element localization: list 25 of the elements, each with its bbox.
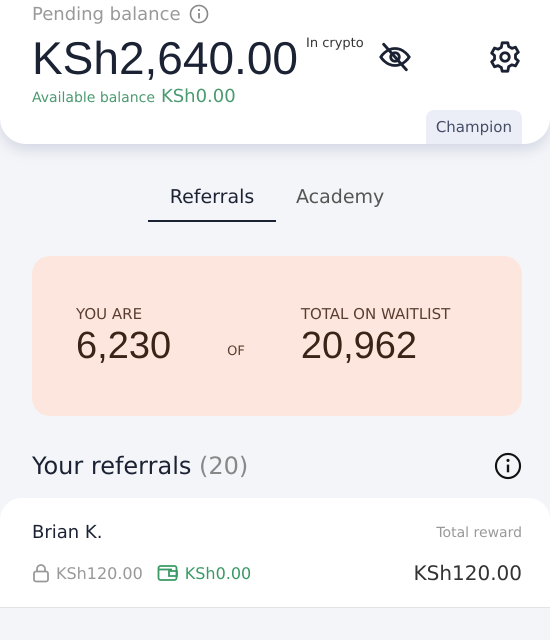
tab[interactable]: Referrals [148, 182, 276, 222]
total-label: TOTAL ON WAITLIST [300, 304, 450, 322]
referral-name: Brian K. [32, 522, 102, 543]
total-reward-label: Total reward [436, 524, 522, 540]
referral-card[interactable]: Brian K. Total reward KSh120.00 KSh0.00 KSh120.00 [0, 498, 550, 608]
total-number: 20,962 [300, 324, 418, 368]
balance-amount: KSh2,640.00 [32, 32, 298, 84]
hide-balance-icon[interactable] [378, 40, 412, 74]
lock-icon [32, 563, 50, 583]
of-label: OF [227, 344, 245, 358]
balance-note: In crypto [306, 36, 364, 51]
available-balance-amount: KSh0.00 [160, 86, 236, 107]
position-label: YOU ARE [76, 304, 144, 322]
locked-amount: KSh120.00 [56, 564, 143, 582]
available-balance-label: Available balance [32, 90, 155, 106]
tier-badge: Champion [426, 110, 522, 144]
settings-icon[interactable] [488, 40, 522, 74]
referrals-heading: Your referrals (20) [32, 452, 248, 480]
info-icon[interactable] [494, 452, 522, 480]
total-reward-amount: KSh120.00 [414, 561, 522, 585]
available-amount: KSh0.00 [184, 564, 252, 582]
tab[interactable]: Academy [296, 182, 384, 222]
pending-balance-label: Pending balance [32, 4, 181, 24]
position-number: 6,230 [76, 324, 172, 368]
wallet-icon [156, 564, 179, 582]
